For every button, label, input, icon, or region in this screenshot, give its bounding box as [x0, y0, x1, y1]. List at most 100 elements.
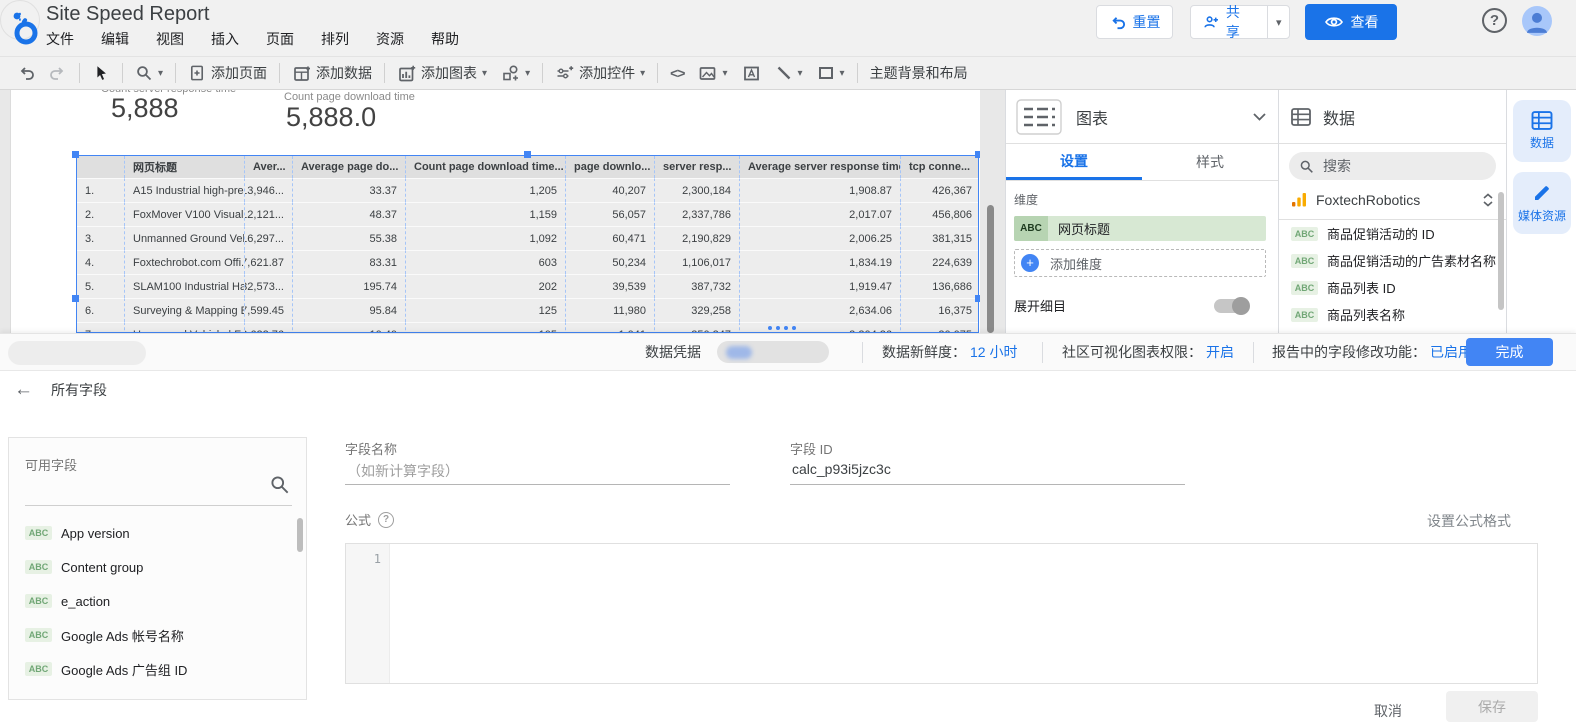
share-main[interactable]: 共享 — [1191, 4, 1260, 40]
report-page[interactable]: Count server response time 5,888 Count p… — [10, 90, 980, 333]
field-search-box[interactable]: 搜索 — [1289, 152, 1496, 180]
table-row[interactable]: 1. A15 Industrial high-pre... 13,946... … — [77, 178, 978, 202]
formula-help-icon[interactable]: ? — [378, 511, 395, 528]
drill-down-toggle[interactable] — [1214, 296, 1250, 315]
field-name-input[interactable]: （如新计算字段） — [347, 461, 459, 481]
rail-media-button[interactable]: 媒体资源 — [1513, 172, 1571, 234]
insert-text-button[interactable] — [735, 59, 768, 87]
column-header[interactable]: Aver... — [244, 156, 292, 178]
available-field-item[interactable]: ABC Google Ads 广告组 ID — [9, 652, 306, 686]
scorecard-value[interactable]: 5,888.0 — [286, 102, 376, 133]
available-list-scrollbar[interactable] — [297, 518, 303, 552]
field-list-item[interactable]: ABC 商品促销活动的广告素材名称 — [1279, 247, 1506, 274]
table-header-row: 网页标题 Aver... Average page do... Count page … — [77, 156, 978, 178]
theme-layout-button[interactable]: 主题背景和布局 — [863, 59, 975, 87]
formula-input-area[interactable] — [390, 544, 1537, 683]
selection-handle[interactable] — [72, 295, 79, 302]
user-avatar[interactable] — [1522, 6, 1552, 36]
menu-item[interactable]: 排列 — [321, 29, 349, 49]
collapse-icon[interactable] — [1482, 192, 1494, 207]
table-row[interactable]: 5. SLAM100 Industrial Ha... 32,573... 19… — [77, 274, 978, 298]
table-row[interactable]: 4. Foxtechrobot.com Offi... 7,621.87 83.… — [77, 250, 978, 274]
menu-item[interactable]: 视图 — [156, 29, 184, 49]
table-row[interactable]: 6. Surveying & Mapping E... 7,599.45 95.… — [77, 298, 978, 322]
column-header[interactable]: server resp... — [654, 156, 739, 178]
menu-bar: 文件 编辑 视图 插入 页面 排列 资源 帮助 — [46, 29, 459, 49]
reset-button[interactable]: 重置 — [1096, 5, 1173, 39]
table-row[interactable]: 3. Unmanned Ground Veh... 16,297... 55.3… — [77, 226, 978, 250]
available-field-item[interactable]: ABC App version — [9, 516, 306, 550]
table-row[interactable]: 2. FoxMover V100 Visual ... 12,121... 48… — [77, 202, 978, 226]
search-icon[interactable] — [269, 474, 290, 495]
field-list-item[interactable]: ABC 商品列表名称 — [1279, 301, 1506, 328]
format-formula-link[interactable]: 设置公式格式 — [1427, 511, 1511, 531]
community-viz-value[interactable]: 开启 — [1206, 342, 1234, 362]
field-id-input[interactable]: calc_p93i5jzc3c — [792, 461, 891, 477]
add-control-button[interactable]: 添加控件 ▾ — [548, 59, 652, 87]
view-button[interactable]: 查看 — [1305, 4, 1397, 40]
available-field-item[interactable]: ABC Content group — [9, 550, 306, 584]
add-data-button[interactable]: 添加数据 — [285, 59, 379, 87]
menu-item[interactable]: 插入 — [211, 29, 239, 49]
embed-url-button[interactable]: <> — [663, 59, 691, 87]
metric-cell: 195.74 — [292, 274, 405, 298]
selection-handle[interactable] — [975, 295, 980, 302]
chevron-down-icon[interactable] — [1253, 112, 1266, 121]
canvas-scrollbar[interactable] — [987, 205, 994, 333]
field-list-item[interactable]: ABC 商品列表 ID — [1279, 274, 1506, 301]
undo-button[interactable] — [10, 59, 42, 87]
menu-item[interactable]: 编辑 — [101, 29, 129, 49]
add-dimension-button[interactable]: + 添加维度 — [1014, 249, 1266, 277]
table-row[interactable]: 7. Unmanned Vehicle | Fo... 2,622.76 10.… — [77, 322, 978, 332]
save-button[interactable]: 保存 — [1446, 691, 1538, 722]
column-header[interactable]: Average server response time — [739, 156, 900, 178]
field-list-scrollbar[interactable] — [1498, 192, 1504, 310]
insert-image-button[interactable]: ▾ — [691, 59, 734, 87]
column-header[interactable]: tcp conne... — [900, 156, 978, 178]
menu-item[interactable]: 资源 — [376, 29, 404, 49]
selection-handle[interactable] — [975, 151, 980, 158]
rail-data-button[interactable]: 数据 — [1513, 100, 1571, 162]
add-page-button[interactable]: 添加页面 — [181, 59, 274, 87]
data-table[interactable]: 网页标题 Aver... Average page do... Count page … — [72, 151, 980, 333]
dimension-field-chip[interactable]: ABC 网页标题 — [1014, 216, 1266, 241]
column-header[interactable]: Average page do... — [292, 156, 405, 178]
menu-item[interactable]: 页面 — [266, 29, 294, 49]
freshness-value[interactable]: 12 小时 — [970, 342, 1017, 362]
column-header[interactable]: 网页标题 — [124, 156, 244, 178]
scorecard-value[interactable]: 5,888 — [111, 93, 179, 124]
community-visualizations-button[interactable]: ▾ — [494, 59, 537, 87]
pencil-icon — [1535, 185, 1549, 200]
tab-setup[interactable]: 设置 — [1006, 144, 1142, 180]
add-chart-button[interactable]: 添加图表 ▾ — [390, 59, 494, 87]
tab-style[interactable]: 样式 — [1142, 144, 1278, 180]
zoom-tool-button[interactable]: ▾ — [128, 59, 170, 87]
column-header[interactable]: page downlo... — [565, 156, 654, 178]
done-button[interactable]: 完成 — [1466, 338, 1553, 366]
sheet-drag-handle[interactable] — [768, 326, 796, 330]
back-arrow-icon[interactable]: ← — [14, 379, 33, 401]
data-source-row[interactable]: FoxtechRobotics — [1279, 180, 1506, 220]
insert-shape-button[interactable]: ▾ — [810, 59, 852, 87]
data-panel-title: 数据 — [1323, 110, 1356, 128]
selection-handle[interactable] — [72, 151, 79, 158]
available-field-item[interactable]: ABC Google Ads 帐号名称 — [9, 618, 306, 652]
menu-item[interactable]: 帮助 — [431, 29, 459, 49]
insert-line-button[interactable]: ▾ — [768, 59, 810, 87]
chart-panel-header[interactable]: 图表 — [1006, 90, 1278, 144]
report-title[interactable]: Site Speed Report — [46, 3, 209, 26]
page-title-cell: Unmanned Vehicle | Fo... — [124, 322, 244, 332]
selection-handle[interactable] — [524, 151, 531, 158]
redacted-credentials[interactable] — [717, 341, 829, 363]
share-dropdown-button[interactable]: ▾ — [1267, 6, 1289, 38]
redo-button[interactable] — [42, 59, 74, 87]
menu-item[interactable]: 文件 — [46, 29, 74, 49]
formula-editor[interactable]: 1 — [345, 543, 1538, 684]
column-header[interactable]: Count page download time... — [405, 156, 565, 178]
help-button[interactable]: ? — [1482, 8, 1507, 33]
cancel-button[interactable]: 取消 — [1358, 698, 1418, 724]
share-button[interactable]: 共享 ▾ — [1190, 4, 1290, 40]
field-list-item[interactable]: ABC 商品促销活动的 ID — [1279, 220, 1506, 247]
select-tool-button[interactable] — [85, 59, 117, 87]
available-field-item[interactable]: ABC e_action — [9, 584, 306, 618]
